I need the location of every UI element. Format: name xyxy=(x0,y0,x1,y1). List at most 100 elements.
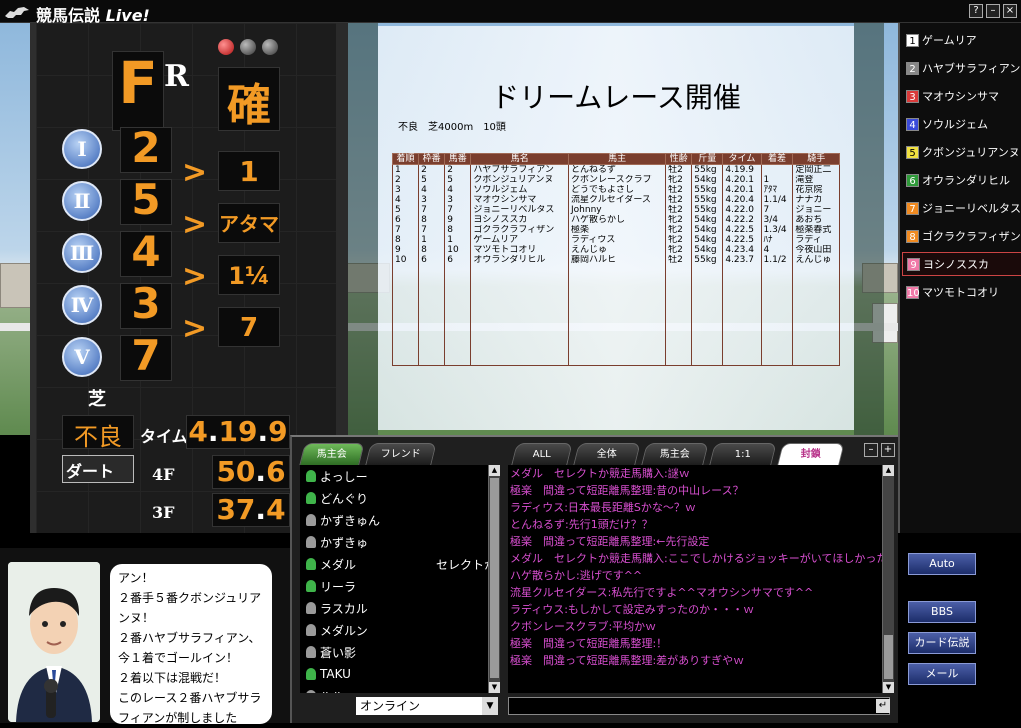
chat-minimize-button[interactable]: – xyxy=(864,443,878,457)
member-list-item[interactable]: メダルン xyxy=(300,619,498,641)
table-header-row: 着順 枠番 馬番 馬名 馬主 性齢 斤量 タイム 着差 騎手 xyxy=(391,153,840,165)
member-list-item[interactable]: リーラ xyxy=(300,575,498,597)
horse-list-item[interactable]: 3 マオウシンサマ xyxy=(902,84,1021,108)
chat-scrollbar[interactable]: ▲ ▼ xyxy=(882,465,894,693)
table-row: 9 8 10 マツモトコオリ えんじゅ 牝2 54kg 4.23.4 4 今夜山田 xyxy=(391,245,840,255)
bbs-button[interactable]: BBS xyxy=(908,601,976,623)
gt-arrow-icon: > xyxy=(182,259,208,294)
table-cell: 55kg xyxy=(691,255,724,265)
horse-list-item[interactable]: 2 ハヤブサラフィアン xyxy=(902,56,1021,80)
tab-friends[interactable]: フレンド xyxy=(365,443,437,465)
table-cell: 3/4 xyxy=(760,215,794,225)
commentator-panel: アン！ ２番手５番クボンジュリアンヌ！ ２番ハヤブサラフィアン、今１着でゴールイ… xyxy=(0,548,290,725)
table-cell: どうでもよさし xyxy=(568,185,667,195)
horse-list-item[interactable]: 9 ヨシノススカ xyxy=(902,252,1021,276)
scroll-up-icon[interactable]: ▲ xyxy=(883,465,894,476)
table-cell: ゲームリア xyxy=(470,235,570,245)
member-list-item[interactable]: どんぐり xyxy=(300,487,498,509)
mail-button[interactable]: メール xyxy=(908,663,976,685)
col-header: 馬主 xyxy=(568,153,667,165)
table-cell: 4 xyxy=(444,185,472,195)
table-cell: 9 xyxy=(391,245,420,255)
close-button[interactable]: × xyxy=(1003,4,1017,18)
status-select[interactable]: オンライン ▼ xyxy=(356,697,498,715)
help-button[interactable]: ? xyxy=(969,4,983,18)
f3-time: 37.4 xyxy=(216,493,286,526)
horse-list-item[interactable]: 8 ゴクラクラフィザン xyxy=(902,224,1021,248)
place-4-horse: 3 xyxy=(131,279,161,328)
tab-block[interactable]: 封鎖 xyxy=(777,443,845,465)
user-icon xyxy=(306,558,316,570)
member-list-item[interactable]: メダル セレクトか xyxy=(300,553,498,575)
user-icon xyxy=(306,668,316,680)
table-cell: 8 xyxy=(444,225,472,235)
chat-input[interactable] xyxy=(508,697,890,715)
table-cell: 4.19.9 xyxy=(722,164,762,175)
horse-list-item[interactable]: 1 ゲームリア xyxy=(902,28,1021,52)
horse-list-item[interactable]: 4 ソウルジェム xyxy=(902,112,1021,136)
table-cell: 54kg xyxy=(691,175,724,185)
table-cell: Johnny xyxy=(568,205,667,215)
place-5-badge: Ⅴ xyxy=(62,337,102,377)
table-cell: 2 xyxy=(418,164,446,175)
col-header: 性齢 xyxy=(665,153,693,165)
col-header: 斤量 xyxy=(691,153,724,165)
auto-button[interactable]: Auto xyxy=(908,553,976,575)
horse-list-item[interactable]: 5 クボンジュリアンヌ xyxy=(902,140,1021,164)
scroll-down-icon[interactable]: ▼ xyxy=(489,682,500,693)
chat-expand-button[interactable]: + xyxy=(881,443,895,457)
tab-club[interactable]: 馬主会 xyxy=(641,443,709,465)
member-list-item[interactable]: かずきゅ xyxy=(300,531,498,553)
table-row: 3 4 4 ソウルジェム どうでもよさし 牡2 55kg 4.20.1 ｱﾀﾏ 花京院 xyxy=(391,185,840,195)
horse-list-item[interactable]: 6 オウランダリヒル xyxy=(902,168,1021,192)
member-list-item[interactable]: かずきゅん xyxy=(300,509,498,531)
tab-one-on-one[interactable]: 1:1 xyxy=(709,443,777,465)
table-cell: ジョニー xyxy=(792,205,840,215)
scroll-up-icon[interactable]: ▲ xyxy=(489,465,500,476)
lamp-icon xyxy=(240,39,256,55)
member-scrollbar[interactable]: ▲ ▼ xyxy=(488,465,500,693)
race-type-letter: F xyxy=(118,49,158,117)
user-icon xyxy=(306,646,316,658)
table-cell: 4.20.1 xyxy=(722,185,762,195)
tab-all[interactable]: ALL xyxy=(511,443,573,465)
horse-name: オウランダリヒル xyxy=(922,174,1010,187)
col-header: 馬名 xyxy=(470,153,570,165)
table-cell: 8 xyxy=(418,245,446,255)
gt-arrow-icon: > xyxy=(182,207,208,242)
horse-name: ジョニーリベルタス xyxy=(922,202,1021,215)
card-legend-button[interactable]: カード伝説 xyxy=(908,632,976,654)
table-cell: 55kg xyxy=(691,164,724,175)
member-list-item[interactable]: ルル xyxy=(300,685,498,693)
table-cell: 55kg xyxy=(691,195,724,205)
table-cell: ハヤブサラフィアン xyxy=(470,164,570,175)
margin-1: 1 xyxy=(218,151,280,191)
table-cell: ｱﾀﾏ xyxy=(760,185,794,195)
send-icon[interactable]: ↵ xyxy=(876,699,890,713)
minimize-button[interactable]: – xyxy=(986,4,1000,18)
table-cell: 10 xyxy=(444,245,472,255)
table-row: 7 7 8 ゴクラクラフィザン 極楽 牝2 54kg 4.22.5 1.3/4 極楽春式 xyxy=(391,225,840,235)
horse-list-item[interactable]: 7 ジョニーリベルタス xyxy=(902,196,1021,220)
table-cell: 定岡正二 xyxy=(792,164,840,175)
member-list-item[interactable]: ラスカル xyxy=(300,597,498,619)
scroll-down-icon[interactable]: ▼ xyxy=(883,682,894,693)
horse-number-badge: 9 xyxy=(907,257,920,271)
member-list-item[interactable]: 蒼い影 xyxy=(300,641,498,663)
race-time: 4.19.9 xyxy=(188,415,288,448)
table-cell: 4.22.2 xyxy=(722,215,762,225)
tab-everyone[interactable]: 全体 xyxy=(573,443,641,465)
tab-owners-club[interactable]: 馬主会 xyxy=(299,443,365,465)
horse-list-item[interactable]: 10 マツモトコオリ xyxy=(902,280,1021,304)
member-list-item[interactable]: TAKU xyxy=(300,663,498,685)
table-cell: 55kg xyxy=(691,205,724,215)
member-list-item[interactable]: よっしー xyxy=(300,465,498,487)
chat-message: 極楽 間違って短距離馬整理:昔の中山レース？ xyxy=(510,484,744,497)
table-cell: ソウルジェム xyxy=(470,185,570,195)
place-3-horse: 4 xyxy=(131,227,161,276)
horse-name: ハヤブサラフィアン xyxy=(922,62,1021,75)
chat-message: 流星クルセイダース:私先行ですよ^^マオウシンサマです^^ xyxy=(510,586,814,599)
result-title: ドリームレース開催 xyxy=(491,81,741,114)
col-header: 馬番 xyxy=(444,153,472,165)
chevron-down-icon[interactable]: ▼ xyxy=(482,697,498,715)
